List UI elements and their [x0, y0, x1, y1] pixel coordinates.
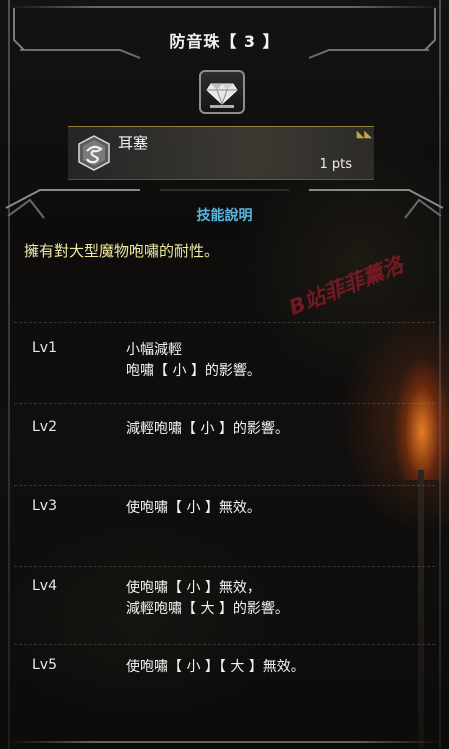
frame-bottom-line — [8, 741, 441, 743]
earplug-skill-icon — [78, 135, 110, 171]
row-divider — [14, 322, 435, 324]
level-label: Lv5 — [32, 657, 57, 673]
decoration-title: 防音珠【 3 】 — [169, 32, 280, 51]
skill-name: 耳塞 — [118, 134, 149, 152]
level-effect: 使咆嘯【 小 】【 大 】無效。 — [126, 659, 305, 675]
diamond-jewel-icon — [206, 83, 238, 108]
corner-marker-icon: ◣◣ — [356, 129, 372, 140]
row-divider — [14, 644, 435, 646]
skill-description-text: 擁有對大型魔物咆嘯的耐性。 — [24, 242, 220, 260]
level-effect: 減輕咆嘯【 小 】的影響。 — [126, 421, 289, 437]
level-effect: 小幅減輕 咆嘯【 小 】的影響。 — [126, 342, 261, 379]
row-divider — [14, 485, 435, 487]
row-divider — [14, 566, 435, 568]
decoration-icon-frame — [199, 70, 245, 114]
skill-points: 1 pts — [319, 157, 352, 172]
skill-description-heading: 技能說明 — [196, 208, 253, 224]
level-label: Lv1 — [32, 340, 57, 356]
decoration-detail-screen: 防音珠【 3 】 ◣◣ 耳塞 1 pts 技能說明 擁有對大型魔物咆嘯的耐性。 … — [0, 0, 449, 749]
background-pole — [418, 470, 424, 749]
level-label: Lv4 — [32, 578, 57, 594]
level-effect: 使咆嘯【 小 】無效。 — [126, 500, 261, 516]
frame-left-edge — [8, 0, 10, 749]
row-divider — [14, 403, 435, 405]
level-label: Lv3 — [32, 498, 57, 514]
level-effect: 使咆嘯【 小 】無效， 減輕咆嘯【 大 】的影響。 — [126, 580, 289, 617]
level-label: Lv2 — [32, 419, 57, 435]
frame-right-edge — [439, 0, 441, 749]
skill-entry[interactable]: ◣◣ 耳塞 1 pts — [68, 126, 374, 180]
